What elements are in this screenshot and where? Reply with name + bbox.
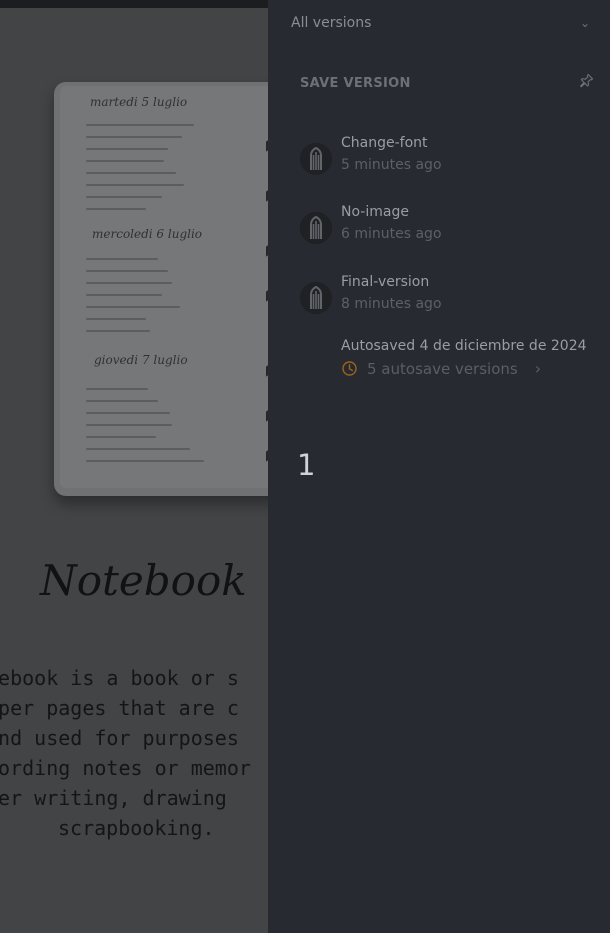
save-version-button[interactable]: SAVE VERSION bbox=[300, 76, 411, 91]
app-canvas: martedi 5 luglio mercoledi 6 luglio giov… bbox=[0, 0, 610, 933]
photo-line bbox=[86, 330, 150, 332]
version-time: 8 minutes ago bbox=[341, 296, 442, 312]
chevron-down-icon: ⌄ bbox=[579, 16, 590, 30]
photo-heading-3: giovedi 7 luglio bbox=[94, 353, 188, 367]
photo-line bbox=[86, 258, 158, 260]
photo-line bbox=[86, 196, 162, 198]
notebook-description: tebook is a book or s aper pages that ar… bbox=[0, 663, 268, 843]
description-line-6: scrapbooking. bbox=[58, 816, 215, 840]
notebook-title: Notebook bbox=[40, 556, 247, 605]
photo-heading-1: martedi 5 luglio bbox=[90, 95, 188, 109]
version-name: Final-version bbox=[341, 274, 430, 290]
versions-filter-select[interactable]: All versions ⌄ bbox=[268, 0, 610, 46]
notebook-page-image: martedi 5 luglio mercoledi 6 luglio giov… bbox=[60, 86, 268, 488]
photo-line bbox=[86, 436, 156, 438]
photo-line bbox=[86, 148, 168, 150]
photo-line bbox=[86, 270, 168, 272]
chevron-right-icon: › bbox=[534, 359, 542, 378]
description-line-1: tebook is a book or s bbox=[0, 666, 239, 690]
photo-line bbox=[86, 424, 172, 426]
clock-icon bbox=[341, 360, 358, 377]
autosave-title: Autosaved 4 de diciembre de 2024 bbox=[341, 338, 587, 354]
description-line-3: and used for purposes bbox=[0, 726, 239, 750]
pin-icon[interactable] bbox=[578, 73, 594, 93]
version-history-panel: All versions ⌄ SAVE VERSION Change-font … bbox=[268, 0, 610, 933]
version-item[interactable]: No-image 6 minutes ago bbox=[300, 204, 600, 260]
description-line-2: aper pages that are c bbox=[0, 696, 239, 720]
photo-line bbox=[86, 136, 182, 138]
version-avatar-icon bbox=[300, 212, 332, 244]
photo-line bbox=[86, 306, 180, 308]
version-time: 6 minutes ago bbox=[341, 226, 442, 242]
photo-line bbox=[86, 172, 176, 174]
description-line-5: her writing, drawing bbox=[0, 786, 227, 810]
save-version-row: SAVE VERSION bbox=[268, 68, 610, 98]
photo-line bbox=[86, 318, 146, 320]
versions-filter-value: All versions bbox=[291, 15, 372, 31]
photo-line bbox=[86, 388, 148, 390]
version-avatar-icon bbox=[300, 282, 332, 314]
photo-line bbox=[86, 282, 172, 284]
version-name: Change-font bbox=[341, 135, 428, 151]
version-item[interactable]: Final-version 8 minutes ago bbox=[300, 274, 600, 330]
step-number: 1 bbox=[297, 448, 316, 482]
photo-line bbox=[86, 124, 194, 126]
photo-heading-2: mercoledi 6 luglio bbox=[92, 227, 203, 241]
autosave-versions-link[interactable]: 5 autosave versions › bbox=[341, 359, 541, 378]
version-time: 5 minutes ago bbox=[341, 157, 442, 173]
autosave-versions-label: 5 autosave versions bbox=[367, 359, 518, 378]
version-avatar-icon bbox=[300, 143, 332, 175]
photo-line bbox=[86, 412, 170, 414]
photo-line bbox=[86, 160, 164, 162]
photo-line bbox=[86, 208, 146, 210]
photo-line bbox=[86, 460, 204, 462]
photo-line bbox=[86, 184, 184, 186]
canvas-preview: martedi 5 luglio mercoledi 6 luglio giov… bbox=[0, 8, 268, 933]
photo-line bbox=[86, 448, 190, 450]
notebook-photo: martedi 5 luglio mercoledi 6 luglio giov… bbox=[54, 82, 268, 496]
version-name: No-image bbox=[341, 204, 409, 220]
photo-line bbox=[86, 294, 162, 296]
photo-line bbox=[86, 400, 158, 402]
version-item[interactable]: Change-font 5 minutes ago bbox=[300, 135, 600, 191]
description-line-4: cording notes or memor bbox=[0, 756, 251, 780]
